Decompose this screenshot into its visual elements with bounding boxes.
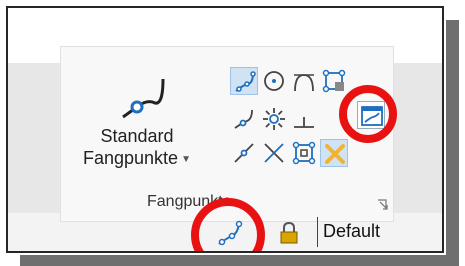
multi-snap-button[interactable] — [290, 139, 318, 167]
big-button-label-line1: Standard — [100, 126, 174, 146]
lock-button[interactable] — [275, 219, 303, 247]
highlight-ring-ribbon — [339, 85, 397, 143]
intersection-snap-button[interactable] — [260, 105, 288, 133]
midpoint-snap-icon — [234, 143, 254, 163]
bisector-snap-icon — [264, 143, 284, 163]
lock-icon — [280, 221, 298, 244]
bisector-snap-button[interactable] — [260, 139, 288, 167]
origin-snap-icon — [322, 69, 346, 93]
window-shadow-bottom — [20, 255, 459, 266]
snap-off-icon — [325, 144, 345, 164]
tangent-snap-button[interactable] — [290, 67, 318, 95]
active-level-field[interactable]: Default — [323, 221, 380, 242]
chevron-down-icon: ▼ — [181, 154, 191, 165]
perpendicular-snap-icon — [294, 117, 314, 128]
standard-snaps-dropdown-button[interactable]: Standard Fangpunkte ▼ — [67, 53, 207, 193]
center-snap-button[interactable] — [260, 67, 288, 95]
perpendicular-snap-button[interactable] — [290, 105, 318, 133]
origin-snap-button[interactable] — [320, 67, 348, 95]
keypoint-snap-button[interactable] — [230, 67, 258, 95]
screenshot-frame: Standard Fangpunkte ▼ Fangpunkte Default — [6, 6, 444, 253]
window-shadow-right — [446, 20, 459, 266]
midpoint-snap-button[interactable] — [230, 139, 258, 167]
big-button-label-line2: Fangpunkte — [83, 148, 179, 168]
nearest-snap-button[interactable] — [230, 105, 258, 133]
dialog-launcher-icon[interactable] — [377, 199, 389, 211]
nearest-snap-icon — [234, 109, 253, 129]
status-separator — [317, 217, 318, 247]
snaps-ribbon-group: Standard Fangpunkte ▼ Fangpunkte — [60, 46, 394, 222]
snap-path-icon — [122, 78, 165, 119]
intersection-snap-icon — [263, 108, 285, 130]
tangent-snap-icon — [294, 74, 314, 92]
keypoint-snap-icon — [235, 71, 256, 92]
snap-off-button[interactable] — [320, 139, 348, 167]
multi-snap-icon — [292, 141, 316, 165]
center-snap-icon — [264, 71, 284, 91]
